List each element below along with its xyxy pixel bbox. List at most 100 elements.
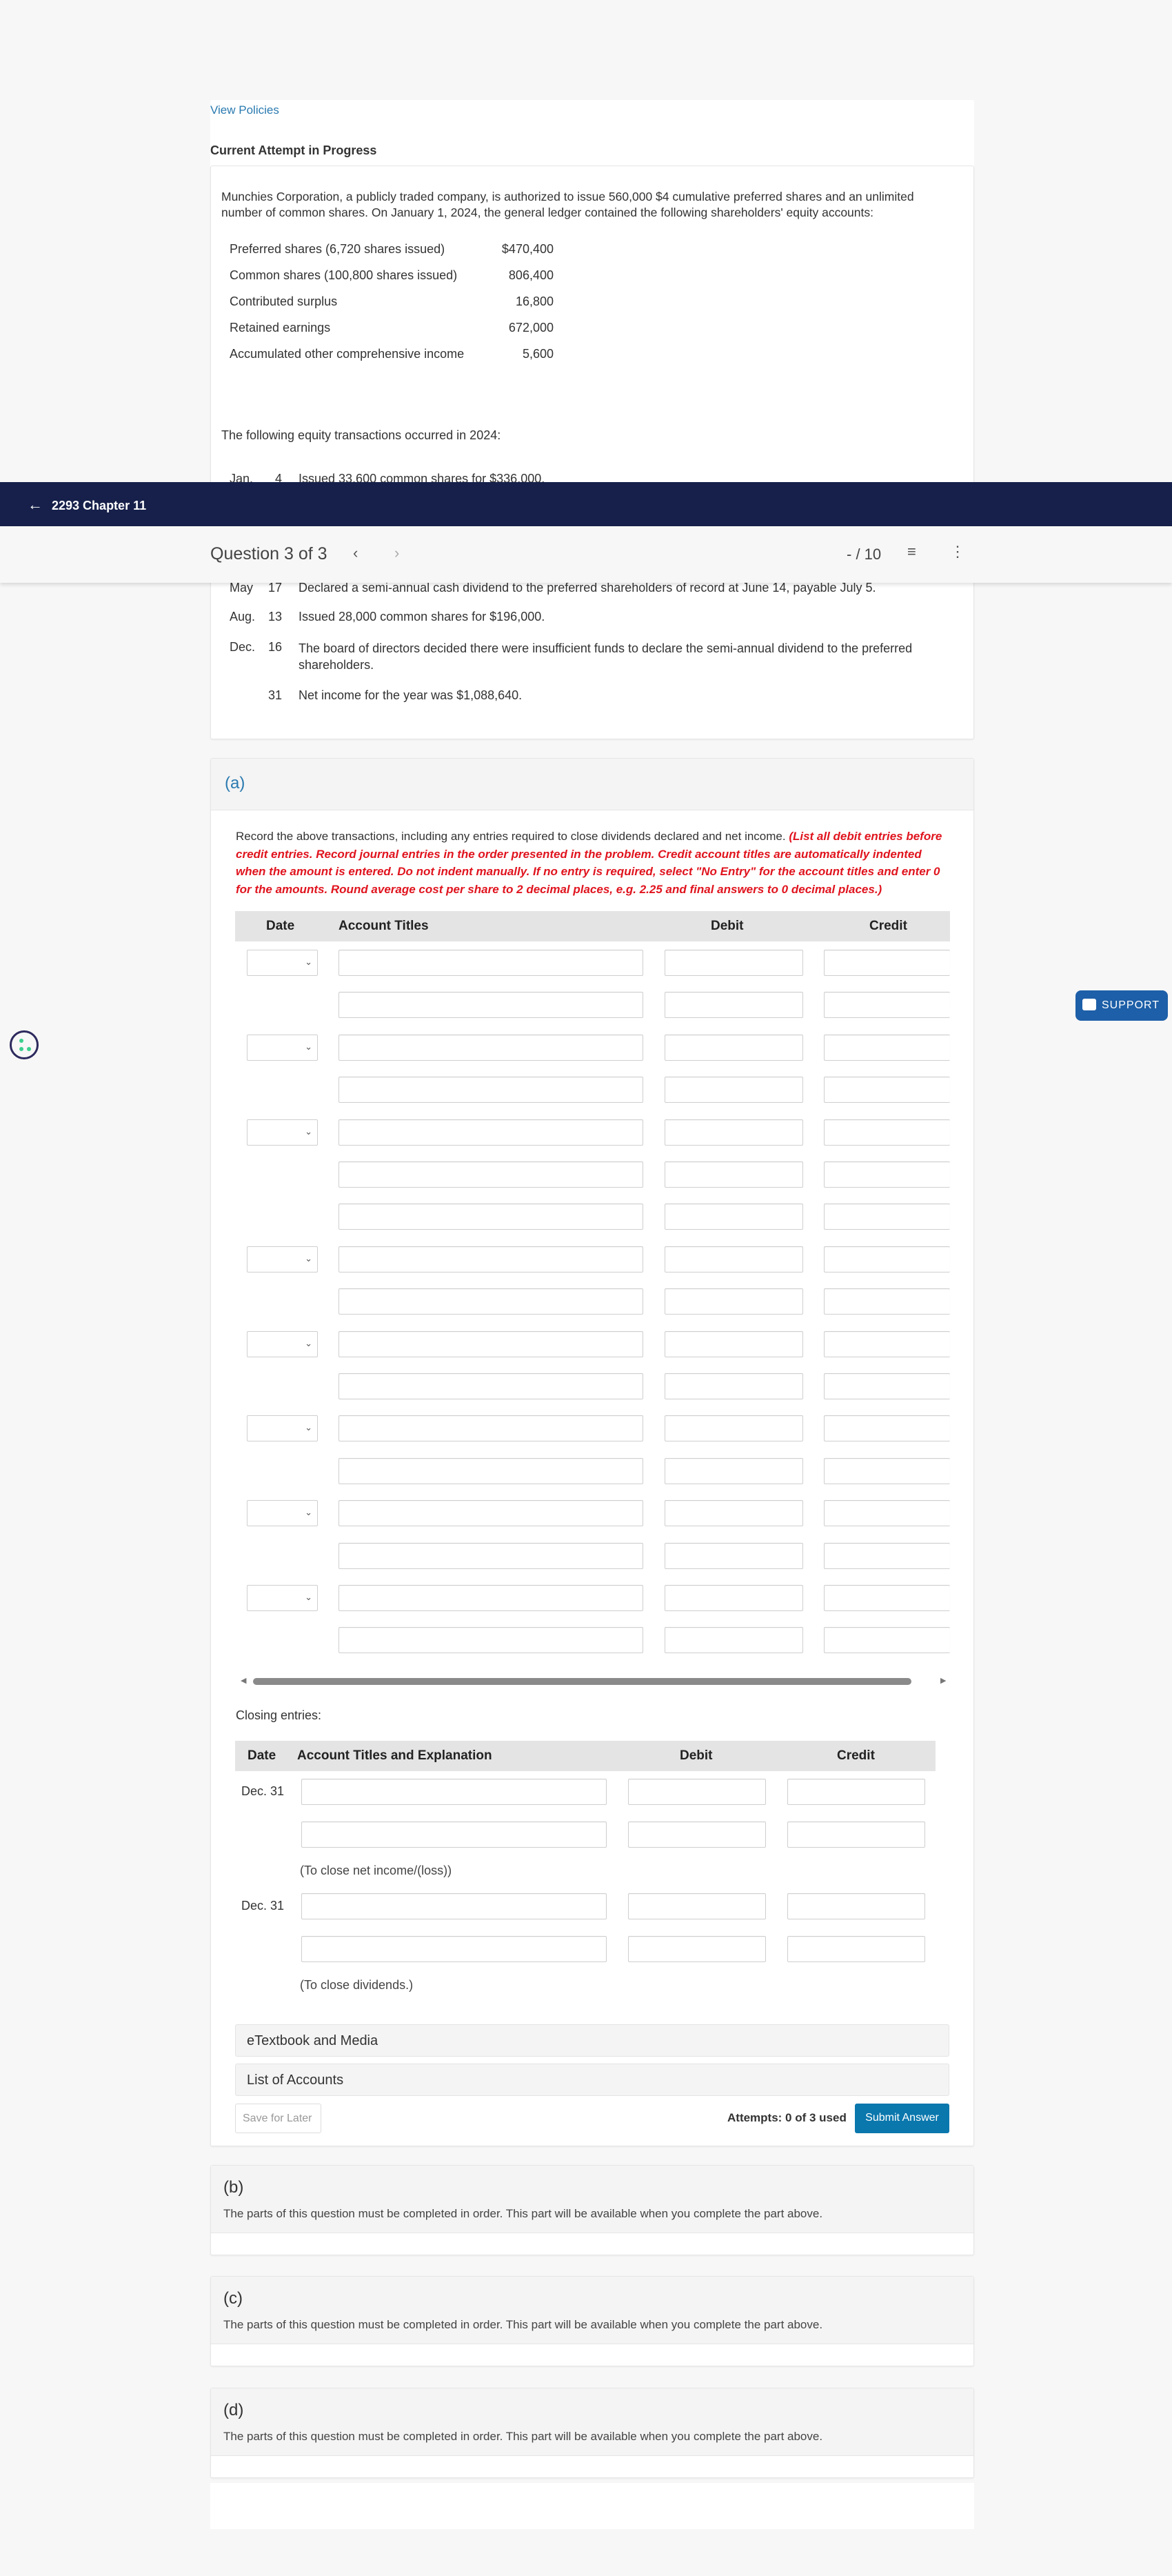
account-title-input[interactable] — [339, 1288, 643, 1315]
account-title-input[interactable] — [339, 1457, 643, 1484]
question-bar: Question 3 of 3 ‹ › - / 10 ≡ ⋮ — [0, 526, 1172, 583]
debit-input[interactable] — [665, 1119, 803, 1146]
debit-input[interactable] — [665, 1246, 803, 1272]
closing-account-input[interactable] — [301, 1936, 607, 1962]
credit-input[interactable] — [824, 1204, 950, 1230]
debit-input[interactable] — [665, 1330, 803, 1357]
account-title-input[interactable] — [339, 950, 643, 976]
closing-debit-input[interactable] — [628, 1821, 766, 1848]
credit-input[interactable] — [824, 1457, 950, 1484]
credit-input[interactable] — [824, 1330, 950, 1357]
debit-input[interactable] — [665, 1585, 803, 1611]
list-of-accounts-panel[interactable]: List of Accounts — [235, 2064, 949, 2096]
arrow-left-icon: ← — [28, 496, 43, 513]
debit-input[interactable] — [665, 1457, 803, 1484]
debit-input[interactable] — [665, 992, 803, 1019]
account-title-input[interactable] — [339, 1034, 643, 1061]
horizontal-scrollbar[interactable]: ◀ ▶ — [235, 1675, 950, 1690]
credit-input[interactable] — [824, 1119, 950, 1146]
date-select[interactable]: ⌄ — [247, 1585, 318, 1611]
chevron-down-icon: ⌄ — [305, 1337, 312, 1348]
view-policies-link[interactable]: View Policies — [210, 103, 279, 117]
closing-account-input[interactable] — [301, 1779, 607, 1805]
etextbook-media-panel[interactable]: eTextbook and Media — [235, 2024, 949, 2057]
more-options-icon[interactable]: ⋮ — [950, 543, 965, 561]
scroll-left-icon[interactable]: ◀ — [241, 1676, 246, 1685]
closing-credit-input[interactable] — [787, 1779, 925, 1805]
credit-input[interactable] — [824, 1246, 950, 1272]
account-title-input[interactable] — [339, 1246, 643, 1272]
back-button[interactable]: ← 2293 Chapter 11 — [28, 496, 146, 514]
debit-input[interactable] — [665, 1415, 803, 1442]
cookie-settings-icon[interactable] — [10, 1030, 39, 1059]
credit-input[interactable] — [824, 1415, 950, 1442]
chat-icon — [1082, 999, 1096, 1010]
transaction-text: The board of directors decided there wer… — [299, 641, 913, 672]
debit-input[interactable] — [665, 1542, 803, 1569]
account-amount: $470,400 — [501, 242, 554, 256]
debit-input[interactable] — [665, 1204, 803, 1230]
credit-input[interactable] — [824, 1542, 950, 1569]
account-title-input[interactable] — [339, 992, 643, 1019]
credit-input[interactable] — [824, 1161, 950, 1188]
closing-account-input[interactable] — [301, 1893, 607, 1919]
debit-input[interactable] — [665, 1288, 803, 1315]
support-button[interactable]: SUPPORT — [1075, 990, 1168, 1021]
credit-input[interactable] — [824, 950, 950, 976]
credit-input[interactable] — [824, 1500, 950, 1527]
submit-answer-button[interactable]: Submit Answer — [855, 2104, 949, 2133]
credit-input[interactable] — [824, 1288, 950, 1315]
date-select[interactable]: ⌄ — [247, 1034, 318, 1061]
debit-input[interactable] — [665, 1373, 803, 1399]
part-label: (a) — [225, 774, 245, 792]
account-title-input[interactable] — [339, 1161, 643, 1188]
scroll-right-icon[interactable]: ▶ — [940, 1676, 946, 1685]
debit-input[interactable] — [665, 1034, 803, 1061]
next-question-button[interactable]: › — [394, 544, 399, 562]
date-select[interactable]: ⌄ — [247, 1500, 318, 1527]
closing-credit-input[interactable] — [787, 1893, 925, 1919]
date-select[interactable]: ⌄ — [247, 1246, 318, 1272]
account-title-input[interactable] — [339, 1077, 643, 1104]
account-title-input[interactable] — [339, 1500, 643, 1527]
date-select[interactable]: ⌄ — [247, 1119, 318, 1146]
credit-input[interactable] — [824, 1627, 950, 1654]
account-title-input[interactable] — [339, 1627, 643, 1654]
account-title-input[interactable] — [339, 1585, 643, 1611]
closing-debit-input[interactable] — [628, 1936, 766, 1962]
debit-input[interactable] — [665, 1161, 803, 1188]
closing-credit-input[interactable] — [787, 1936, 925, 1962]
question-list-icon[interactable]: ≡ — [907, 543, 916, 561]
account-title-input[interactable] — [339, 1415, 643, 1442]
previous-question-button[interactable]: ‹ — [353, 544, 358, 562]
part-label: (d) — [223, 2401, 244, 2419]
credit-input[interactable] — [824, 1585, 950, 1611]
chevron-down-icon: ⌄ — [305, 1422, 312, 1433]
debit-input[interactable] — [665, 950, 803, 976]
save-for-later-button[interactable]: Save for Later — [235, 2104, 321, 2133]
closing-debit-input[interactable] — [628, 1893, 766, 1919]
account-title-input[interactable] — [339, 1373, 643, 1399]
date-select[interactable]: ⌄ — [247, 950, 318, 976]
credit-input[interactable] — [824, 1034, 950, 1061]
date-select[interactable]: ⌄ — [247, 1330, 318, 1357]
debit-input[interactable] — [665, 1500, 803, 1527]
closing-account-input[interactable] — [301, 1821, 607, 1848]
credit-input[interactable] — [824, 1373, 950, 1399]
closing-credit-input[interactable] — [787, 1821, 925, 1848]
closing-debit-input[interactable] — [628, 1779, 766, 1805]
credit-input[interactable] — [824, 1077, 950, 1104]
journal-table-header: Date Account Titles Debit Credit — [235, 911, 950, 941]
account-title-input[interactable] — [339, 1204, 643, 1230]
credit-input[interactable] — [824, 992, 950, 1019]
part-b-card: (b) The parts of this question must be c… — [210, 2165, 974, 2255]
account-title-input[interactable] — [339, 1542, 643, 1569]
locked-message: The parts of this question must be compl… — [223, 2207, 823, 2220]
account-title-input[interactable] — [339, 1330, 643, 1357]
account-title-input[interactable] — [339, 1119, 643, 1146]
date-select[interactable]: ⌄ — [247, 1415, 318, 1442]
scrollbar-thumb[interactable] — [253, 1678, 911, 1685]
debit-input[interactable] — [665, 1077, 803, 1104]
debit-input[interactable] — [665, 1627, 803, 1654]
part-label: (b) — [223, 2178, 244, 2197]
